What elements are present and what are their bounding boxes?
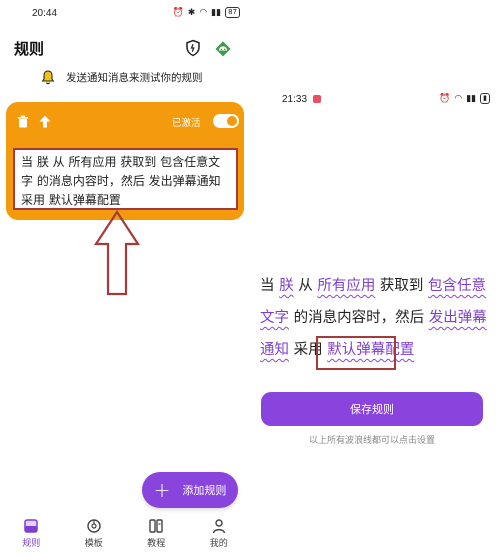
status-time: 20:44 [32,8,58,19]
alarm-icon: ⏰ [172,7,184,18]
active-label: 已激活 [172,118,201,129]
wifi-icon: ◠ [199,7,208,18]
rules-icon [24,519,38,533]
card-tools [16,114,52,128]
sentence-text: 的消息内容时，然后 [289,310,429,326]
tutorial-icon [149,519,163,533]
page-title: 规则 [14,40,45,58]
shield-icon[interactable] [182,37,204,59]
wifi-icon: ◠ [454,93,463,104]
bell-icon [41,70,55,85]
alarm-icon: ⏰ [439,93,451,104]
sentence-text: 当 [260,278,280,294]
sender-option[interactable]: 朕 [279,278,294,294]
nav-item-profile[interactable]: 我的 [194,518,244,558]
status-time-right: 21:33 [282,94,322,105]
nav-label-tutorial: 教程 [147,539,166,549]
app-option[interactable]: 所有应用 [317,278,375,294]
nav-item-template[interactable]: 模板 [69,518,119,558]
battery-icon: ▮ [480,93,490,104]
rule-text[interactable]: 当 朕 从 所有应用 获取到 包含任意文字 的消息内容时，然后 发出弹幕通知 采… [13,148,238,210]
recording-icon [313,95,322,104]
status-bar-right: 21:33 ⏰ ◠ ▮▮ ▮ [250,92,500,110]
add-rule-button[interactable]: + 添加规则 [142,472,238,508]
sentence-text: 获取到 [375,278,429,294]
signal-icon: ▮▮ [466,93,477,104]
bluetooth-icon: ✱ [187,7,196,18]
hint-text: 以上所有波浪线都可以点击设置 [308,436,435,446]
trash-icon[interactable] [16,114,30,128]
status-bar: 20:44 ⏰ ✱ ◠ ▮▮ 87 [0,6,250,24]
banner-text: 发送通知消息来测试你的规则 [66,71,203,84]
right-screen: 21:33 ⏰ ◠ ▮▮ ▮ 当 朕 从 所有应用 获取到 包含任意文字 的消息… [250,0,500,558]
test-notification-banner[interactable]: 发送通知消息来测试你的规则 [40,68,203,86]
bottom-nav: 规则 模板 教程 我的 [0,518,250,558]
up-arrow-annotation [94,210,140,296]
nav-label-rules: 规则 [22,539,41,549]
sentence-text: 从 [293,278,318,294]
plus-icon: + [153,478,171,502]
signal-icon: ▮▮ [211,7,222,18]
profile-icon [212,519,225,534]
left-screen: 20:44 ⏰ ✱ ◠ ▮▮ 87 规则 发送通知消息来测试你的规则 已激活 当 [0,0,250,558]
upload-icon[interactable] [38,114,52,128]
active-toggle[interactable] [213,114,239,128]
highlight-frame [316,336,396,370]
battery-icon: 87 [225,7,240,18]
add-rule-label: 添加规则 [182,484,227,497]
nav-item-rules[interactable]: 规则 [6,518,56,558]
status-icons: ⏰ ✱ ◠ ▮▮ 87 [173,7,240,18]
nav-item-tutorial[interactable]: 教程 [131,518,181,558]
nav-label-template: 模板 [84,539,103,549]
nav-label-profile: 我的 [209,539,228,549]
template-icon [87,519,101,533]
save-rule-button[interactable]: 保存规则 [261,392,483,426]
status-icons-right: ⏰ ◠ ▮▮ ▮ [439,93,490,104]
android-icon[interactable] [212,37,234,59]
